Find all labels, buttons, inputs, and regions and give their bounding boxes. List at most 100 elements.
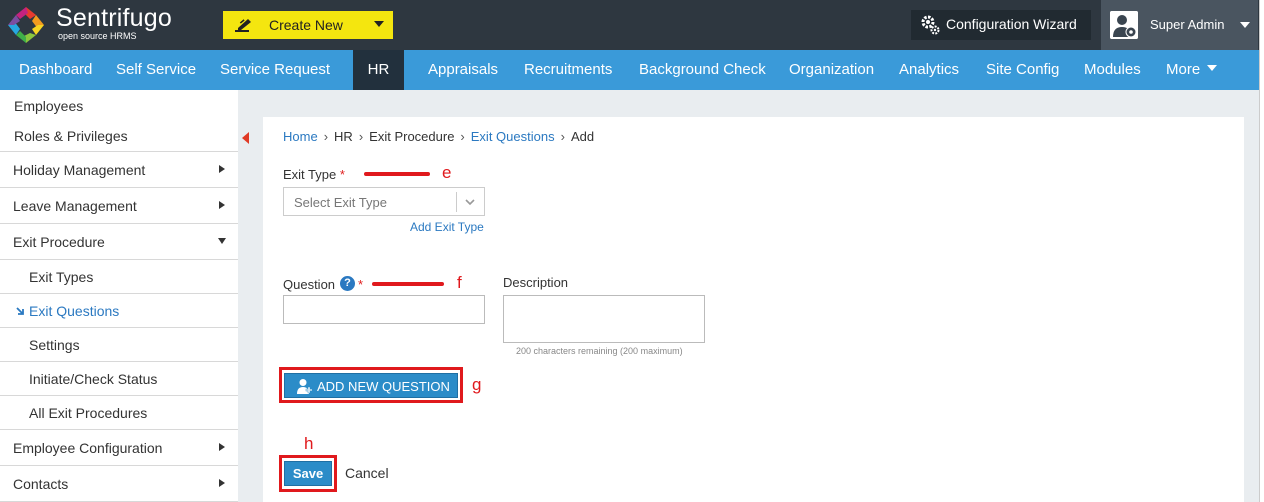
chevron-down-icon bbox=[1240, 22, 1250, 28]
sidebar-item-initiate-check-status[interactable]: Initiate/Check Status bbox=[0, 371, 238, 389]
annotation-e: e bbox=[442, 163, 452, 182]
sidebar-item-holiday-management[interactable]: Holiday Management bbox=[0, 162, 238, 180]
nav-recruitments[interactable]: Recruitments bbox=[524, 50, 612, 90]
add-exit-type-link[interactable]: Add Exit Type bbox=[410, 220, 484, 234]
caret-right-icon bbox=[219, 165, 225, 173]
sidebar-item-all-exit-procedures[interactable]: All Exit Procedures bbox=[0, 405, 238, 423]
sentrifugo-logo-icon[interactable] bbox=[6, 5, 46, 45]
caret-down-icon bbox=[218, 238, 226, 244]
description-textarea[interactable] bbox=[503, 295, 705, 343]
nav-self-service[interactable]: Self Service bbox=[116, 50, 196, 90]
nav-modules[interactable]: Modules bbox=[1084, 50, 1141, 90]
description-label: Description bbox=[503, 275, 569, 290]
sidebar-item-label: Exit Procedure bbox=[13, 234, 105, 250]
nav-hr[interactable]: HR bbox=[353, 50, 404, 90]
annotation-h: h bbox=[304, 434, 314, 453]
add-new-question-label: ADD NEW QUESTION bbox=[317, 379, 450, 394]
nav-analytics[interactable]: Analytics bbox=[899, 50, 959, 90]
exit-type-select-placeholder: Select Exit Type bbox=[294, 195, 387, 210]
exit-type-select[interactable]: Select Exit Type bbox=[283, 187, 485, 216]
exit-type-label: Exit Type * bbox=[283, 167, 345, 182]
nav-site-config[interactable]: Site Config bbox=[986, 50, 1059, 90]
divider bbox=[0, 259, 238, 260]
nav-dashboard[interactable]: Dashboard bbox=[19, 50, 92, 90]
divider bbox=[0, 187, 238, 188]
sidebar-item-exit-questions[interactable]: Exit Questions bbox=[0, 303, 238, 321]
caret-left-icon bbox=[242, 132, 249, 144]
characters-remaining: 200 characters remaining (200 maximum) bbox=[516, 346, 683, 356]
caret-right-icon bbox=[219, 479, 225, 487]
sidebar-item-exit-procedure[interactable]: Exit Procedure bbox=[0, 234, 238, 252]
arrow-down-right-icon bbox=[16, 307, 24, 315]
pen-icon bbox=[235, 19, 251, 32]
sidebar-item-label: All Exit Procedures bbox=[29, 405, 148, 421]
question-input[interactable] bbox=[283, 295, 485, 324]
divider bbox=[0, 151, 238, 152]
sidebar-item-roles-privileges[interactable]: Roles & Privileges bbox=[0, 128, 238, 146]
save-button[interactable]: Save bbox=[284, 461, 332, 486]
nav-organization[interactable]: Organization bbox=[789, 50, 874, 90]
sidebar-item-label: Exit Types bbox=[29, 269, 94, 285]
nav-more[interactable]: More bbox=[1166, 50, 1218, 90]
annotation-f: f bbox=[457, 273, 462, 292]
scrollbar[interactable] bbox=[1259, 0, 1264, 502]
help-icon[interactable]: ? bbox=[340, 276, 355, 291]
nav-more-label: More bbox=[1166, 61, 1201, 78]
divider bbox=[0, 395, 238, 396]
annotation-underline-f bbox=[372, 282, 444, 286]
annotation-g: g bbox=[472, 375, 482, 394]
breadcrumb-separator: › bbox=[323, 129, 329, 144]
sidebar-item-contacts[interactable]: Contacts bbox=[0, 476, 238, 494]
breadcrumb-home[interactable]: Home bbox=[283, 129, 318, 144]
brand-name: Sentrifugo bbox=[56, 4, 172, 32]
sidebar-collapse-toggle[interactable] bbox=[238, 118, 258, 158]
create-new-button[interactable]: Create New bbox=[223, 11, 393, 39]
caret-down-icon bbox=[1207, 65, 1218, 71]
top-header: Sentrifugo open source HRMS Create New C… bbox=[0, 0, 1264, 50]
add-new-question-button[interactable]: ADD NEW QUESTION bbox=[284, 373, 458, 398]
sidebar-item-label: Contacts bbox=[13, 476, 69, 492]
required-marker: * bbox=[358, 277, 363, 292]
caret-right-icon bbox=[219, 443, 225, 451]
gears-icon bbox=[921, 15, 940, 35]
chevron-down-icon bbox=[465, 199, 475, 206]
sidebar-item-settings[interactable]: Settings bbox=[0, 337, 238, 355]
sidebar-item-label: Exit Questions bbox=[29, 303, 120, 319]
sidebar-item-label: Leave Management bbox=[13, 198, 137, 214]
divider bbox=[0, 293, 238, 294]
brand-tagline: open source HRMS bbox=[58, 31, 137, 41]
sidebar: Employees Roles & Privileges Holiday Man… bbox=[0, 90, 238, 502]
cancel-link[interactable]: Cancel bbox=[345, 465, 389, 481]
sidebar-item-leave-management[interactable]: Leave Management bbox=[0, 198, 238, 216]
add-user-icon bbox=[297, 379, 312, 394]
breadcrumb-exit-questions[interactable]: Exit Questions bbox=[471, 129, 555, 144]
divider bbox=[0, 429, 238, 430]
sidebar-item-label: Roles & Privileges bbox=[14, 128, 128, 144]
sidebar-item-label: Settings bbox=[29, 337, 80, 353]
user-menu[interactable]: Super Admin bbox=[1101, 0, 1258, 50]
caret-down-icon bbox=[374, 21, 384, 27]
annotation-underline-e bbox=[364, 172, 430, 176]
sidebar-item-employee-configuration[interactable]: Employee Configuration bbox=[0, 440, 238, 458]
exit-type-label-text: Exit Type bbox=[283, 167, 337, 182]
question-label: Question bbox=[283, 277, 336, 292]
create-new-label: Create New bbox=[269, 17, 343, 33]
nav-service-request[interactable]: Service Request bbox=[220, 50, 330, 90]
configuration-wizard-button[interactable]: Configuration Wizard bbox=[911, 10, 1091, 40]
sidebar-item-employees[interactable]: Employees bbox=[0, 98, 238, 116]
breadcrumb-separator: › bbox=[460, 129, 465, 144]
divider bbox=[0, 361, 238, 362]
divider bbox=[0, 465, 238, 466]
breadcrumb-separator: › bbox=[560, 129, 565, 144]
nav-background-check[interactable]: Background Check bbox=[639, 50, 766, 90]
divider bbox=[0, 223, 238, 224]
select-divider bbox=[456, 192, 457, 212]
breadcrumb-exit-procedure: Exit Procedure bbox=[369, 129, 455, 144]
user-gear-icon bbox=[1110, 11, 1138, 39]
caret-right-icon bbox=[219, 201, 225, 209]
configuration-wizard-label: Configuration Wizard bbox=[946, 16, 1077, 32]
main-navigation: Dashboard Self Service Service Request H… bbox=[0, 50, 1259, 90]
nav-appraisals[interactable]: Appraisals bbox=[428, 50, 498, 90]
sidebar-item-exit-types[interactable]: Exit Types bbox=[0, 269, 238, 287]
breadcrumb: Home › HR › Exit Procedure › Exit Questions › Ad… bbox=[283, 129, 594, 144]
